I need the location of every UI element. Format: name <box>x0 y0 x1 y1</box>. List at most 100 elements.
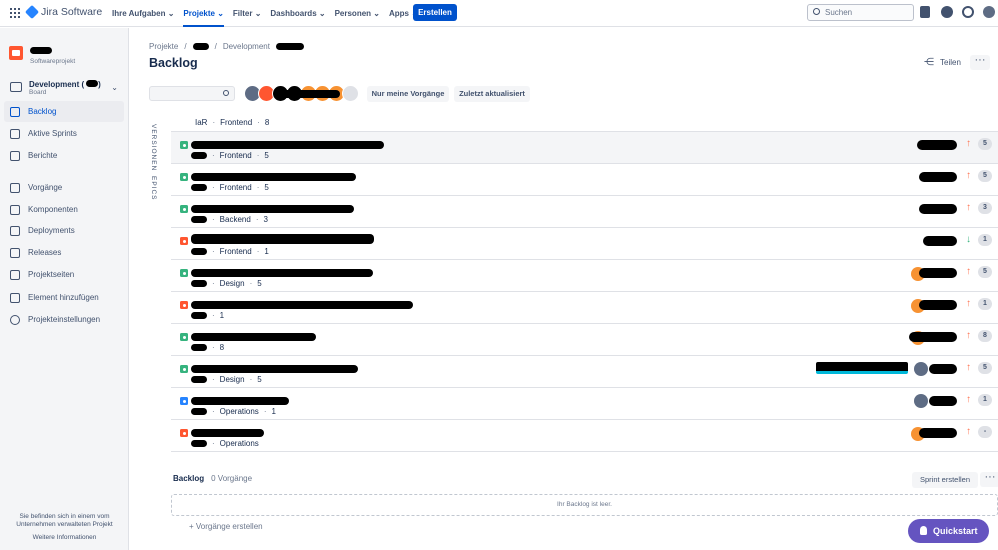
epics-panel-tab[interactable]: EPICS <box>150 176 157 201</box>
nav-ihre-aufgaben[interactable]: Ihre Aufgaben ⌄ <box>112 0 174 27</box>
priority-high-icon: ↑ <box>966 170 971 181</box>
learn-more-link[interactable]: Weitere Informationen <box>0 534 129 541</box>
list-item[interactable]: · Design · 5 ↑ 5 <box>171 356 998 388</box>
create-issue-link[interactable]: + Vorgänge erstellen <box>189 522 263 531</box>
create-sprint-button[interactable]: Sprint erstellen <box>912 472 978 488</box>
story-icon <box>180 141 188 149</box>
sidebar-item-vorgaenge[interactable]: Vorgänge <box>4 177 124 198</box>
board-subtitle: Board <box>29 89 47 96</box>
separator: · <box>255 215 259 224</box>
more-actions-button[interactable]: ··· <box>970 55 990 70</box>
list-item[interactable]: · Frontend · 1 ↓ 1 <box>171 228 998 260</box>
app-switcher-icon[interactable] <box>10 8 20 18</box>
board-selector[interactable]: Development () Board ⌄ <box>9 80 124 96</box>
issue-meta-redacted <box>923 236 957 246</box>
sidebar-item-berichte[interactable]: Berichte <box>4 145 124 166</box>
story-points-badge[interactable]: 5 <box>978 138 992 150</box>
list-item[interactable]: · Operations ↑ - <box>171 420 998 452</box>
search-input[interactable]: Suchen <box>807 4 914 21</box>
list-item[interactable]: · Backend · 3 ↑ 3 <box>171 196 998 228</box>
story-points-badge[interactable]: 5 <box>978 362 992 374</box>
nav-projekte[interactable]: Projekte ⌄ <box>183 0 224 27</box>
product-name: Jira Software <box>41 6 103 18</box>
separator: · <box>212 439 215 448</box>
story-points-badge[interactable]: 1 <box>978 298 992 310</box>
story-points-badge[interactable]: 1 <box>978 234 992 246</box>
list-item[interactable]: · Frontend · 5 ↑ 5 <box>171 164 998 196</box>
sidebar-item-projekteinstellungen[interactable]: Projekteinstellungen <box>4 309 124 330</box>
quickstart-button[interactable]: Quickstart <box>908 519 989 543</box>
sidebar-item-label: Projektseiten <box>28 270 75 279</box>
issue-points: 8 <box>219 343 225 352</box>
create-button[interactable]: Erstellen <box>413 4 457 21</box>
add-item-icon <box>10 292 20 303</box>
sidebar-item-komponenten[interactable]: Komponenten <box>4 199 124 220</box>
list-item[interactable]: · 8 ↑ 8 <box>171 324 998 356</box>
sidebar-item-label: Vorgänge <box>28 183 63 192</box>
issue-key-redacted <box>191 344 207 351</box>
list-item[interactable]: · Operations · 1 ↑ 1 <box>171 388 998 420</box>
issue-key-redacted <box>191 152 207 159</box>
project-header[interactable]: Softwareprojekt <box>9 46 75 65</box>
story-points-badge[interactable]: 8 <box>978 330 992 342</box>
issue-key-redacted <box>191 376 207 383</box>
story-points-badge[interactable]: 5 <box>978 266 992 278</box>
backlog-more-button[interactable]: ··· <box>980 472 998 487</box>
share-icon: ⋲ <box>924 57 934 68</box>
recently-updated-filter[interactable]: Zuletzt aktualisiert <box>454 86 530 102</box>
backlog-empty-dropzone[interactable]: Ihr Backlog ist leer. <box>171 494 998 516</box>
list-item[interactable]: · Design · 5 ↑ 5 <box>171 260 998 292</box>
unassigned-avatar-icon[interactable] <box>342 85 359 102</box>
backlog-search-input[interactable] <box>149 86 235 101</box>
sidebar-item-label: Projekteinstellungen <box>28 315 101 324</box>
share-button[interactable]: ⋲ Teilen <box>924 57 961 68</box>
list-item[interactable]: · Frontend · 5 ↑ 5 <box>171 132 998 164</box>
issue-key-redacted <box>191 408 207 415</box>
story-points-badge[interactable]: 3 <box>978 202 992 214</box>
breadcrumb-project-redacted[interactable] <box>192 43 209 50</box>
nav-filter[interactable]: Filter ⌄ <box>233 0 261 27</box>
separator: · <box>212 118 216 127</box>
sidebar-item-deployments[interactable]: Deployments <box>4 220 124 241</box>
separator: · <box>212 407 215 416</box>
project-name-redacted <box>30 47 52 54</box>
priority-high-icon: ↑ <box>966 138 971 149</box>
sidebar-item-releases[interactable]: Releases <box>4 242 124 263</box>
sidebar-item-label: Berichte <box>28 151 58 160</box>
sidebar-item-label: Aktive Sprints <box>28 129 77 138</box>
story-points-badge[interactable]: 1 <box>978 394 992 406</box>
jira-logo[interactable]: Jira Software <box>24 4 103 20</box>
sidebar-item-backlog[interactable]: Backlog <box>4 101 124 122</box>
sidebar-item-aktive-sprints[interactable]: Aktive Sprints <box>4 123 124 144</box>
story-points-badge[interactable]: 5 <box>978 170 992 182</box>
pages-icon <box>10 269 20 280</box>
backlog-header[interactable]: Backlog 0 Vorgänge <box>173 474 252 483</box>
issue-meta-redacted <box>919 300 957 310</box>
chevron-down-icon: ⌄ <box>111 83 118 92</box>
story-points-badge[interactable]: - <box>978 426 992 438</box>
nav-personen[interactable]: Personen ⌄ <box>335 0 380 27</box>
breadcrumb-board[interactable]: Development <box>223 42 270 51</box>
priority-high-icon: ↑ <box>966 330 971 341</box>
sidebar-item-label: Deployments <box>28 226 75 235</box>
jira-logo-icon <box>24 4 40 20</box>
breadcrumb-projekte[interactable]: Projekte <box>149 42 178 51</box>
versions-panel-tab[interactable]: VERSIONEN <box>150 124 157 171</box>
list-item[interactable]: · 1 ↑ 1 <box>171 292 998 324</box>
assignee-avatar <box>914 362 928 376</box>
only-my-issues-filter[interactable]: Nur meine Vorgänge <box>367 86 449 102</box>
issue-meta-redacted <box>919 428 957 438</box>
separator: · <box>212 183 215 192</box>
notifications-icon[interactable] <box>920 6 930 18</box>
sidebar-item-projektseiten[interactable]: Projektseiten <box>4 264 124 285</box>
user-avatar[interactable] <box>983 6 995 18</box>
help-icon[interactable] <box>941 6 953 18</box>
settings-gear-icon[interactable] <box>962 6 974 18</box>
search-placeholder: Suchen <box>825 8 853 17</box>
priority-high-icon: ↑ <box>966 394 971 405</box>
sidebar-item-element-hinzufuegen[interactable]: Element hinzufügen <box>4 287 124 308</box>
list-item[interactable]: IaR · Frontend · 8 <box>171 114 998 132</box>
nav-dashboards[interactable]: Dashboards ⌄ <box>270 0 325 27</box>
project-avatar <box>9 46 23 60</box>
separator: · <box>212 151 215 160</box>
